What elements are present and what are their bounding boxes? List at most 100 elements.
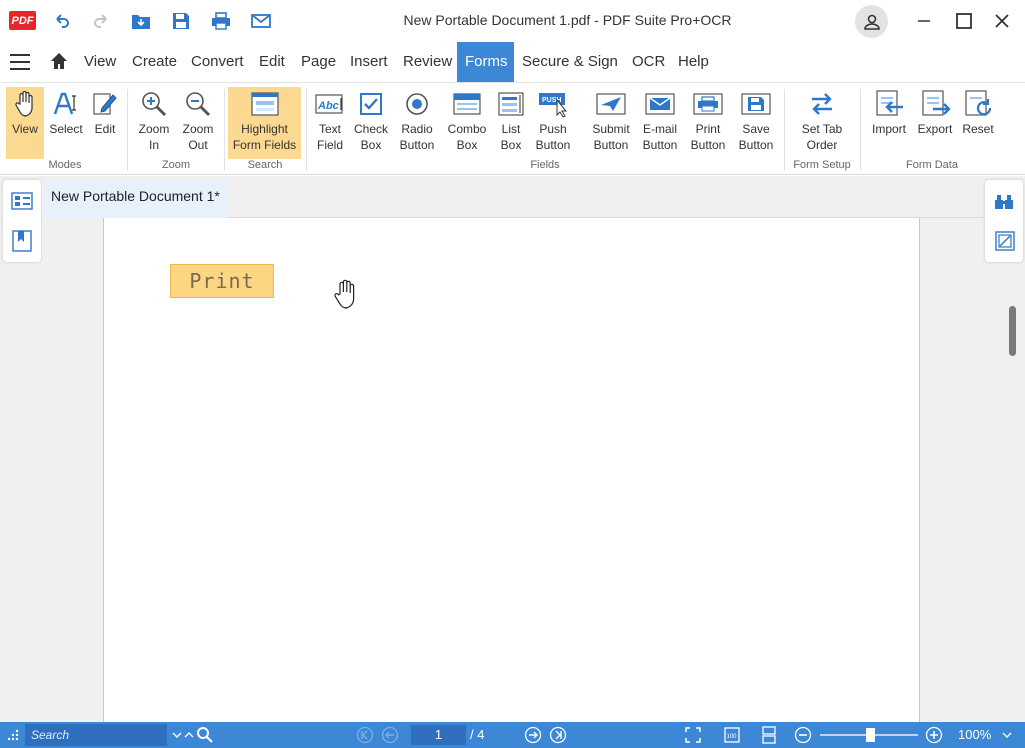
zoom-in-icon xyxy=(140,87,168,121)
thumbnails-panel-icon[interactable] xyxy=(11,192,33,215)
list-box-icon xyxy=(497,87,525,121)
menu-page[interactable]: Page xyxy=(293,42,344,82)
first-page-icon[interactable] xyxy=(356,726,374,744)
pdf-page[interactable]: Print xyxy=(103,218,920,722)
push-button-icon: PUSH xyxy=(537,87,569,121)
import-icon xyxy=(873,87,905,121)
open-folder-icon[interactable] xyxy=(128,8,154,34)
menu-forms[interactable]: Forms xyxy=(457,42,514,82)
check-box-button[interactable]: Check Box xyxy=(351,87,391,159)
zoom-dropdown-chevron-icon[interactable] xyxy=(1000,726,1014,744)
print-button-button[interactable]: Print Button xyxy=(686,87,730,159)
search-icon[interactable] xyxy=(195,726,215,744)
next-page-icon[interactable] xyxy=(524,726,542,744)
status-bar: Search 1 / 4 100 100% xyxy=(0,722,1025,748)
properties-panel-icon[interactable] xyxy=(994,230,1016,257)
view-mode-button[interactable]: View xyxy=(6,87,44,159)
document-tab-bar: New Portable Document 1* xyxy=(42,176,983,218)
title-bar: PDF New Portable Document 1.pdf - PDF Su… xyxy=(0,0,1025,42)
print-icon[interactable] xyxy=(208,8,234,34)
menu-help[interactable]: Help xyxy=(670,42,717,82)
text-select-icon xyxy=(52,87,80,121)
menu-view[interactable]: View xyxy=(76,42,124,82)
close-icon[interactable] xyxy=(989,8,1015,34)
zoom-slider-thumb[interactable] xyxy=(866,728,875,742)
email-button-icon xyxy=(644,87,676,121)
print-button-icon xyxy=(692,87,724,121)
ribbon-toolbar: View Select Edit Modes Zoom In Zoom Out … xyxy=(0,82,1025,175)
highlight-form-fields-button[interactable]: Highlight Form Fields xyxy=(228,87,301,159)
zoom-out-icon xyxy=(184,87,212,121)
save-button-icon xyxy=(740,87,772,121)
minimize-icon[interactable] xyxy=(911,8,937,34)
left-panel-toolbar xyxy=(3,180,41,262)
print-form-button[interactable]: Print xyxy=(170,264,274,298)
checkbox-icon xyxy=(358,87,384,121)
list-box-button[interactable]: List Box xyxy=(493,87,529,159)
vertical-scrollbar-thumb[interactable] xyxy=(1009,306,1016,356)
radio-button-button[interactable]: Radio Button xyxy=(395,87,439,159)
document-viewport[interactable]: Print xyxy=(42,218,983,722)
set-tab-order-button[interactable]: Set Tab Order xyxy=(794,87,850,159)
submit-button-button[interactable]: Submit Button xyxy=(588,87,634,159)
edit-mode-button[interactable]: Edit xyxy=(86,87,124,159)
bookmarks-panel-icon[interactable] xyxy=(12,230,32,257)
left-side-panel xyxy=(0,176,42,722)
hand-icon xyxy=(13,87,37,121)
group-label-form-data: Form Data xyxy=(906,159,958,171)
hamburger-menu-icon[interactable] xyxy=(10,54,30,70)
page-layout-icon[interactable] xyxy=(760,726,778,744)
app-logo: PDF xyxy=(9,11,36,30)
actual-size-icon[interactable]: 100 xyxy=(722,726,742,744)
export-button[interactable]: Export xyxy=(914,87,956,159)
menu-edit[interactable]: Edit xyxy=(251,42,293,82)
menu-create[interactable]: Create xyxy=(124,42,185,82)
home-icon[interactable] xyxy=(49,51,69,76)
email-icon[interactable] xyxy=(248,8,274,34)
user-icon[interactable] xyxy=(855,5,888,38)
zoom-in-status-icon[interactable] xyxy=(925,726,943,744)
import-button[interactable]: Import xyxy=(868,87,910,159)
menu-secure-sign[interactable]: Secure & Sign xyxy=(514,42,626,82)
reset-button[interactable]: Reset xyxy=(958,87,998,159)
document-tab[interactable]: New Portable Document 1* xyxy=(43,180,228,218)
group-label-modes: Modes xyxy=(48,159,82,171)
submit-icon xyxy=(595,87,627,121)
menu-review[interactable]: Review xyxy=(395,42,460,82)
highlight-fields-icon xyxy=(250,87,280,121)
zoom-level[interactable]: 100% xyxy=(958,727,991,742)
binoculars-search-icon[interactable] xyxy=(994,192,1014,217)
zoom-out-status-icon[interactable] xyxy=(794,726,812,744)
select-mode-button[interactable]: Select xyxy=(47,87,85,159)
combo-box-button[interactable]: Combo Box xyxy=(444,87,490,159)
last-page-icon[interactable] xyxy=(549,726,567,744)
status-menu-dots-icon[interactable] xyxy=(4,726,22,744)
hand-cursor-icon xyxy=(332,278,360,315)
push-button-button[interactable]: PUSH Push Button xyxy=(532,87,574,159)
search-input[interactable]: Search xyxy=(25,724,167,746)
combo-box-icon xyxy=(452,87,482,121)
group-label-fields: Fields xyxy=(530,159,560,171)
menu-insert[interactable]: Insert xyxy=(342,42,396,82)
tab-order-icon xyxy=(808,87,836,121)
previous-page-icon[interactable] xyxy=(381,726,399,744)
zoom-in-button[interactable]: Zoom In xyxy=(134,87,174,159)
undo-icon[interactable] xyxy=(49,8,75,34)
redo-icon[interactable] xyxy=(88,8,114,34)
fit-page-icon[interactable] xyxy=(684,726,702,744)
zoom-out-button[interactable]: Zoom Out xyxy=(178,87,218,159)
group-label-search: Search xyxy=(247,159,283,171)
current-page-input[interactable]: 1 xyxy=(411,725,466,745)
page-total: / 4 xyxy=(470,727,485,742)
text-field-button[interactable]: Abc Text Field xyxy=(310,87,350,159)
save-icon[interactable] xyxy=(168,8,194,34)
svg-text:100: 100 xyxy=(727,734,738,740)
menu-ocr[interactable]: OCR xyxy=(624,42,673,82)
edit-pencil-icon xyxy=(91,87,119,121)
radio-button-icon xyxy=(404,87,430,121)
save-button-button[interactable]: Save Button xyxy=(734,87,778,159)
email-button-button[interactable]: E-mail Button xyxy=(638,87,682,159)
menu-convert[interactable]: Convert xyxy=(183,42,252,82)
group-label-form-setup: Form Setup xyxy=(793,159,851,171)
maximize-icon[interactable] xyxy=(951,8,977,34)
